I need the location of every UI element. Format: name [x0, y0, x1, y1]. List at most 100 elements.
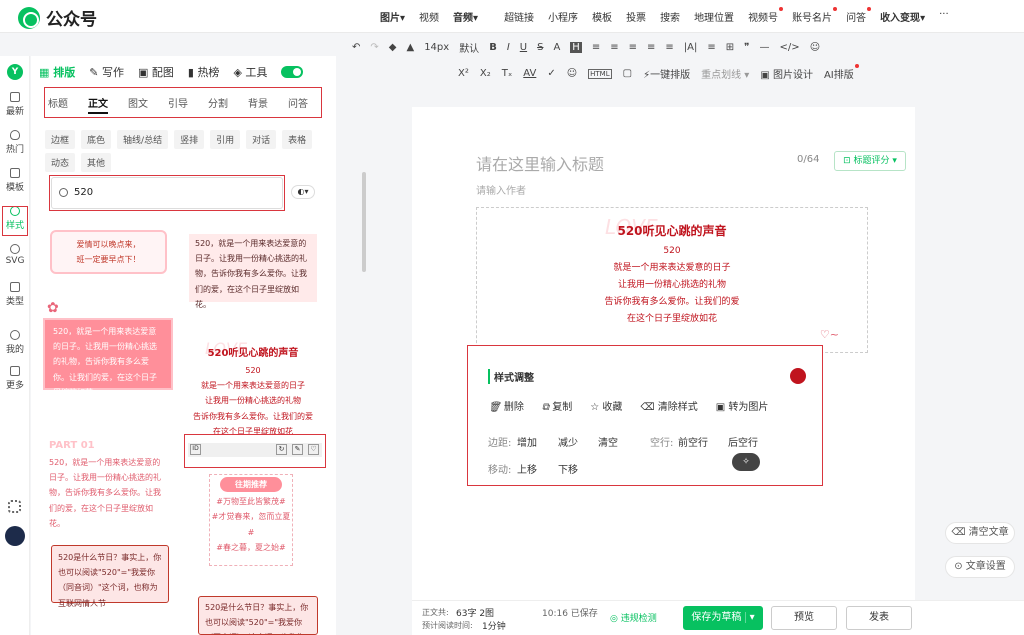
chip-dialog[interactable]: 对话 — [246, 130, 277, 149]
menu-search[interactable]: 搜索 — [660, 9, 680, 24]
to-image-button[interactable]: ▣ 转为图片 — [716, 398, 769, 413]
subtab-image-text[interactable]: 图文 — [128, 95, 148, 114]
menu-more[interactable]: ··· — [939, 9, 949, 24]
one-key-layout-button[interactable]: ⚡一键排版 — [643, 66, 690, 81]
style-card-6[interactable]: 往期推荐 #万物至此皆繁茂# #才觉春来，忽而立夏# #春之暮，夏之始# — [209, 474, 293, 566]
panel-toggle[interactable] — [281, 66, 304, 78]
chip-quote[interactable]: 引用 — [210, 130, 241, 149]
card-refresh-icon[interactable]: ↻ — [276, 444, 287, 455]
table-icon[interactable]: ⊞ — [726, 42, 734, 53]
style-color-swatch[interactable] — [790, 368, 806, 384]
favorite-button[interactable]: ☆ 收藏 — [590, 398, 622, 413]
assistant-icon[interactable] — [5, 526, 25, 546]
nav-more[interactable]: 更多 — [0, 366, 30, 391]
font-color-button[interactable]: A — [553, 42, 560, 53]
clear-style-button[interactable]: ⌫ 清除样式 — [640, 398, 697, 413]
space-before-button[interactable]: 前空行 — [678, 434, 708, 449]
move-down-button[interactable]: 下移 — [558, 461, 578, 476]
strikethrough-button[interactable]: S — [537, 42, 543, 53]
char-spacing-button[interactable]: AV — [523, 68, 536, 79]
letter-spacing-icon[interactable]: |A| — [684, 42, 698, 53]
subtab-guide[interactable]: 引导 — [168, 95, 188, 114]
subtab-body[interactable]: 正文 — [88, 95, 108, 114]
highlight-line-button[interactable]: 重点划线 ▾ — [701, 66, 749, 81]
card-heart-icon[interactable]: ♡ — [308, 444, 319, 455]
subtab-qa[interactable]: 问答 — [288, 95, 308, 114]
card-id-icon[interactable]: ID — [190, 444, 201, 455]
style-card-1[interactable]: 爱情可以晚点来， 班一定要早点下！ — [50, 230, 167, 274]
box-button[interactable]: ▢ — [623, 68, 632, 79]
superscript-button[interactable]: X² — [458, 68, 469, 79]
margin-decrease-button[interactable]: 减少 — [558, 434, 578, 449]
align-center-icon[interactable]: ≡ — [610, 42, 618, 53]
clear-style-button[interactable]: Tₓ — [502, 68, 513, 79]
undo-icon[interactable]: ↶ — [352, 42, 360, 53]
copy-button[interactable]: ⧉ 复制 — [542, 398, 572, 413]
content-block[interactable]: LOVE 520听见心跳的声音 520 就是一个用来表达爱意的日子 让我用一份精… — [476, 207, 868, 353]
highlight-button[interactable]: H — [570, 42, 582, 53]
style-card-2[interactable]: 520，就是一个用来表达爱意的日子。让我用一份精心挑选的礼物，告诉你我有多么爱你… — [189, 234, 317, 309]
format-painter-icon[interactable]: ◆ — [389, 42, 397, 53]
author-input[interactable]: 请输入作者 — [476, 182, 526, 197]
ai-layout-button[interactable]: AI排版 — [824, 66, 854, 81]
menu-location[interactable]: 地理位置 — [694, 9, 734, 24]
space-after-button[interactable]: 后空行 — [728, 434, 758, 449]
violation-check-button[interactable]: ◎ 违规检测 — [610, 611, 657, 624]
emoji-button[interactable]: ☺ — [567, 68, 577, 79]
chip-axis[interactable]: 轴线/总结 — [117, 130, 169, 149]
html-button[interactable]: HTML — [588, 68, 612, 79]
clear-format-icon[interactable]: ▲ — [406, 42, 414, 53]
nav-type[interactable]: 类型 — [0, 282, 30, 307]
quote-icon[interactable]: ❞ — [744, 42, 749, 53]
delete-button[interactable]: 🗑 删除 — [488, 398, 524, 413]
line-height-icon[interactable]: ≡ — [647, 42, 655, 53]
menu-qa[interactable]: 问答 — [846, 7, 872, 24]
style-card-7[interactable]: 520是什么节日？事实上，你也可以阅读"520"="我爱你（同音词）"这个词，也… — [51, 545, 169, 608]
indent-icon[interactable]: ≡ — [629, 42, 637, 53]
image-design-button[interactable]: ▣ 图片设计 — [760, 66, 813, 81]
nav-hot[interactable]: 热门 — [0, 130, 30, 155]
chip-other[interactable]: 其他 — [81, 153, 112, 172]
nav-latest[interactable]: 最新 — [0, 92, 30, 117]
title-score-button[interactable]: ⊡ 标题评分 ▾ — [834, 151, 906, 171]
clear-article-button[interactable]: ⌫ 清空文章 — [945, 522, 1015, 544]
tab-layout[interactable]: ▦ 排版 — [39, 64, 75, 80]
font-size-select[interactable]: 14px — [424, 42, 449, 53]
nav-svg[interactable]: SVG — [0, 244, 30, 266]
menu-video[interactable]: 视频 — [419, 9, 439, 24]
color-filter-button[interactable]: ◐▾ — [291, 185, 315, 199]
article-settings-button[interactable]: ⊙ 文章设置 — [945, 556, 1015, 578]
magic-wand-button[interactable]: ✧ — [732, 453, 760, 471]
menu-monetize[interactable]: 收入变现▾ — [880, 9, 925, 24]
redo-icon[interactable]: ↷ — [370, 42, 378, 53]
chip-bgcolor[interactable]: 底色 — [81, 130, 112, 149]
tab-writing[interactable]: ✎ 写作 — [89, 64, 124, 80]
menu-account-card[interactable]: 账号名片 — [792, 7, 838, 24]
subscript-button[interactable]: X₂ — [480, 68, 491, 79]
menu-vote[interactable]: 投票 — [626, 9, 646, 24]
bold-button[interactable]: B — [489, 42, 497, 53]
plugin-logo-icon[interactable]: Y — [7, 64, 23, 80]
tab-image[interactable]: ▣ 配图 — [138, 64, 174, 80]
list-icon[interactable]: ≡ — [665, 42, 673, 53]
paragraph-icon[interactable]: ≡ — [707, 42, 715, 53]
margin-clear-button[interactable]: 清空 — [598, 434, 618, 449]
publish-button[interactable]: 发表 — [846, 606, 912, 630]
tab-tools[interactable]: ◈ 工具 — [233, 64, 267, 80]
save-draft-button[interactable]: 保存为草稿 ▾ — [683, 606, 763, 630]
menu-miniprogram[interactable]: 小程序 — [548, 9, 578, 24]
align-left-icon[interactable]: ≡ — [592, 42, 600, 53]
menu-image[interactable]: 图片▾ — [380, 9, 405, 24]
style-card-8[interactable]: 520是什么节日？事实上，你也可以阅读"520"="我爱你（同音词）"这个词，也… — [198, 596, 318, 635]
font-family-select[interactable]: 默认 — [459, 40, 479, 55]
brand-logo[interactable]: 公众号 — [18, 5, 97, 30]
style-card-5[interactable]: PART 01 520，就是一个用来表达爱意的日子。让我用一份精心挑选的礼物，告… — [45, 434, 170, 528]
chip-vertical[interactable]: 竖排 — [174, 130, 205, 149]
preview-button[interactable]: 预览 — [771, 606, 837, 630]
style-card-4[interactable]: LOVE 520听见心跳的声音 520 就是一个用来表达爱意的日子 让我用一份精… — [185, 326, 321, 441]
subtab-background[interactable]: 背景 — [248, 95, 268, 114]
move-up-button[interactable]: 上移 — [517, 461, 537, 476]
card-edit-icon[interactable]: ✎ — [292, 444, 303, 455]
chip-dynamic[interactable]: 动态 — [45, 153, 76, 172]
margin-increase-button[interactable]: 增加 — [517, 434, 537, 449]
